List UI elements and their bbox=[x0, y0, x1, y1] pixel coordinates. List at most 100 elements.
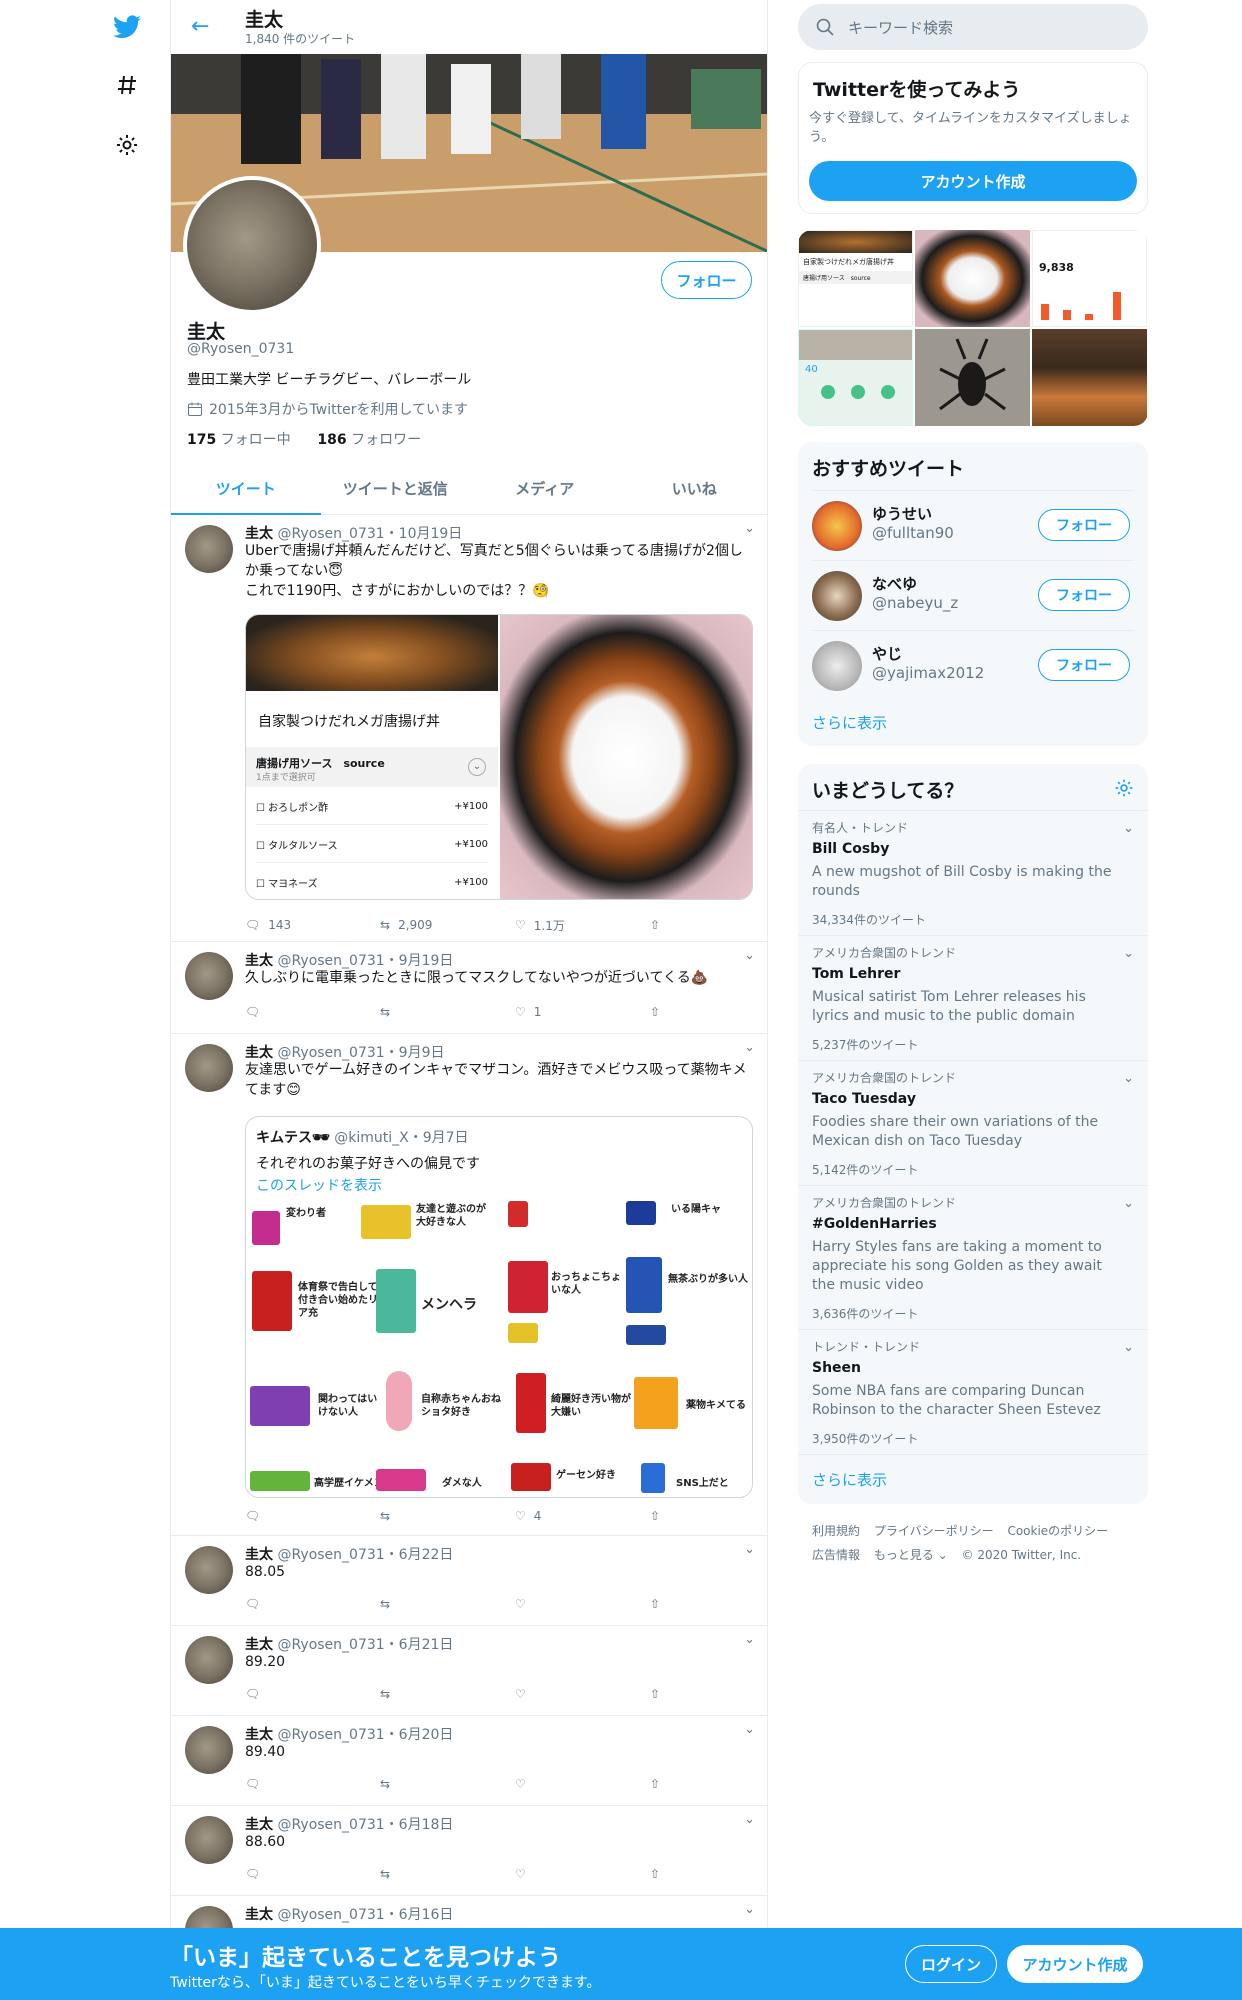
quoted-snack-chart-image[interactable]: 変わり者 友達と遊ぶのが大好きな人 いる陽キャ 体育祭で告白して付き合い始めたリ… bbox=[246, 1201, 752, 1497]
share-button[interactable]: ⇧ bbox=[650, 1002, 680, 1022]
trend-item[interactable]: アメリカ合衆国のトレンド ⌄ Taco Tuesday Foodies shar… bbox=[798, 1060, 1148, 1185]
like-button[interactable]: ♡ 4 bbox=[515, 1506, 650, 1526]
media-thumb[interactable] bbox=[1032, 329, 1147, 426]
retweet-button[interactable]: ⇆ bbox=[380, 1002, 515, 1022]
recommended-user[interactable]: ゆうせい @fulltan90 フォロー bbox=[812, 490, 1134, 560]
media-thumb[interactable]: 40 bbox=[798, 329, 913, 426]
follow-button[interactable]: フォロー bbox=[1038, 579, 1130, 611]
retweet-button[interactable]: ⇆ bbox=[380, 1506, 515, 1526]
media-karaage-bowl-photo[interactable] bbox=[500, 615, 752, 899]
share-button[interactable]: ⇧ bbox=[650, 1506, 680, 1526]
reply-button[interactable]: 🗨 bbox=[245, 1002, 380, 1022]
signup-button[interactable]: アカウント作成 bbox=[1007, 1945, 1143, 1983]
create-account-button[interactable]: アカウント作成 bbox=[809, 161, 1137, 201]
tweet-media[interactable]: 自家製つけだれメガ唐揚げ丼 唐揚げ用ソース source 1点まで選択可 ⌄ ☐… bbox=[245, 614, 753, 900]
chevron-down-icon[interactable]: ⌄ bbox=[1123, 1340, 1134, 1355]
footer-link[interactable]: もっと見る ⌄ bbox=[874, 1548, 948, 1562]
share-button[interactable]: ⇧ bbox=[650, 1864, 680, 1884]
tweet-avatar[interactable] bbox=[185, 525, 233, 573]
tweet[interactable]: 圭太 @Ryosen_0731・9月19日 ⌄ 久しぶりに電車乗ったときに限って… bbox=[171, 942, 767, 1034]
tweet-avatar[interactable] bbox=[185, 1044, 233, 1092]
like-button[interactable]: ♡ 1 bbox=[515, 1002, 650, 1022]
tab-tweets-and-replies[interactable]: ツイートと返信 bbox=[321, 462, 471, 514]
chevron-down-icon[interactable]: ⌄ bbox=[744, 1722, 755, 1737]
tweet[interactable]: 圭太 @Ryosen_0731・9月9日 ⌄ 友達思いでゲーム好きのインキャでマ… bbox=[171, 1034, 767, 1536]
profile-avatar[interactable] bbox=[183, 176, 321, 314]
tweet[interactable]: 圭太 @Ryosen_0731・6月20日 ⌄ 89.40 🗨 ⇆ ♡ ⇧ bbox=[171, 1716, 767, 1806]
recommended-user[interactable]: なべゆ @nabeyu_z フォロー bbox=[812, 560, 1134, 630]
settings-gear-icon[interactable] bbox=[112, 130, 142, 160]
footer-link[interactable]: プライバシーポリシー bbox=[874, 1524, 994, 1538]
tweet-avatar[interactable] bbox=[185, 1636, 233, 1684]
followers-stat[interactable]: 186 フォロワー bbox=[317, 432, 421, 448]
chevron-down-icon[interactable]: ⌄ bbox=[744, 1812, 755, 1827]
show-more-link[interactable]: さらに表示 bbox=[812, 712, 887, 733]
reply-button[interactable]: 🗨 bbox=[245, 1594, 380, 1614]
follow-button[interactable]: フォロー bbox=[661, 261, 752, 299]
like-button[interactable]: ♡ bbox=[515, 1684, 650, 1704]
media-grid[interactable]: 自家製つけだれメガ唐揚げ丼 唐揚げ用ソース source 9,838 40 bbox=[798, 230, 1148, 426]
share-button[interactable]: ⇧ bbox=[650, 1594, 680, 1614]
chevron-down-icon[interactable]: ⌄ bbox=[744, 1902, 755, 1917]
twitter-logo-icon[interactable] bbox=[112, 12, 142, 42]
media-thumb[interactable]: 自家製つけだれメガ唐揚げ丼 唐揚げ用ソース source bbox=[798, 230, 913, 327]
chevron-down-icon[interactable]: ⌄ bbox=[744, 1040, 755, 1055]
tweet-avatar[interactable] bbox=[185, 952, 233, 1000]
retweet-button[interactable]: ⇆ bbox=[380, 1864, 515, 1884]
media-thumb[interactable] bbox=[915, 230, 1030, 327]
media-menu-screenshot[interactable]: 自家製つけだれメガ唐揚げ丼 唐揚げ用ソース source 1点まで選択可 ⌄ ☐… bbox=[246, 615, 500, 899]
tweet[interactable]: 圭太 @Ryosen_0731・10月19日 ⌄ Uberで唐揚げ丼頼んだんだけ… bbox=[171, 515, 767, 942]
like-button[interactable]: ♡ bbox=[515, 1864, 650, 1884]
following-stat[interactable]: 175 フォロー中 bbox=[187, 432, 291, 448]
share-button[interactable]: ⇧ bbox=[650, 1774, 680, 1794]
trend-item[interactable]: アメリカ合衆国のトレンド ⌄ Tom Lehrer Musical satiri… bbox=[798, 935, 1148, 1060]
show-more-link[interactable]: さらに表示 bbox=[812, 1469, 887, 1490]
retweet-button[interactable]: ⇆ bbox=[380, 1684, 515, 1704]
chevron-down-icon[interactable]: ⌄ bbox=[1123, 946, 1134, 961]
chevron-down-icon[interactable]: ⌄ bbox=[744, 1632, 755, 1647]
tweet[interactable]: 圭太 @Ryosen_0731・6月21日 ⌄ 89.20 🗨 ⇆ ♡ ⇧ bbox=[171, 1626, 767, 1716]
chevron-down-icon[interactable]: ⌄ bbox=[1123, 1071, 1134, 1086]
follow-button[interactable]: フォロー bbox=[1038, 649, 1130, 681]
media-thumb[interactable] bbox=[915, 329, 1030, 426]
share-button[interactable]: ⇧ bbox=[650, 1684, 680, 1704]
tweet[interactable]: 圭太 @Ryosen_0731・6月22日 ⌄ 88.05 🗨 ⇆ ♡ ⇧ bbox=[171, 1536, 767, 1626]
tweet[interactable]: 圭太 @Ryosen_0731・6月18日 ⌄ 88.60 🗨 ⇆ ♡ ⇧ bbox=[171, 1806, 767, 1896]
show-thread-link[interactable]: このスレッドを表示 bbox=[256, 1175, 382, 1195]
footer-link[interactable]: Cookieのポリシー bbox=[1007, 1524, 1108, 1538]
settings-gear-icon[interactable] bbox=[1114, 778, 1134, 802]
like-button[interactable]: ♡ bbox=[515, 1594, 650, 1614]
search-input[interactable]: キーワード検索 bbox=[798, 4, 1148, 50]
retweet-button[interactable]: ⇆ bbox=[380, 1594, 515, 1614]
reply-button[interactable]: 🗨 143 bbox=[245, 915, 380, 935]
share-button[interactable]: ⇧ bbox=[650, 915, 680, 935]
chevron-down-icon[interactable]: ⌄ bbox=[744, 1542, 755, 1557]
tab-media[interactable]: メディア bbox=[470, 462, 620, 514]
chevron-down-icon[interactable]: ⌄ bbox=[1123, 821, 1134, 836]
chevron-down-icon[interactable]: ⌄ bbox=[1123, 1196, 1134, 1211]
reply-button[interactable]: 🗨 bbox=[245, 1506, 380, 1526]
hashtag-icon[interactable] bbox=[112, 70, 142, 100]
chevron-down-icon[interactable]: ⌄ bbox=[744, 521, 755, 536]
tab-tweets[interactable]: ツイート bbox=[171, 462, 321, 515]
like-button[interactable]: ♡ 1.1万 bbox=[515, 915, 650, 935]
avatar[interactable] bbox=[812, 571, 862, 621]
footer-link[interactable]: 広告情報 bbox=[812, 1548, 860, 1562]
tweet-avatar[interactable] bbox=[185, 1546, 233, 1594]
back-arrow-icon[interactable]: ← bbox=[191, 14, 209, 39]
reply-button[interactable]: 🗨 bbox=[245, 1774, 380, 1794]
media-thumb[interactable]: 9,838 bbox=[1032, 230, 1147, 327]
follow-button[interactable]: フォロー bbox=[1038, 509, 1130, 541]
trend-item[interactable]: トレンド・トレンド ⌄ Sheen Some NBA fans are comp… bbox=[798, 1329, 1148, 1454]
login-button[interactable]: ログイン bbox=[905, 1945, 997, 1983]
reply-button[interactable]: 🗨 bbox=[245, 1864, 380, 1884]
retweet-button[interactable]: ⇆ bbox=[380, 1774, 515, 1794]
chevron-down-icon[interactable]: ⌄ bbox=[744, 948, 755, 963]
tab-likes[interactable]: いいね bbox=[620, 462, 768, 514]
retweet-button[interactable]: ⇆ 2,909 bbox=[380, 915, 515, 935]
like-button[interactable]: ♡ bbox=[515, 1774, 650, 1794]
recommended-user[interactable]: やじ @yajimax2012 フォロー bbox=[812, 630, 1134, 700]
footer-link[interactable]: 利用規約 bbox=[812, 1524, 860, 1538]
reply-button[interactable]: 🗨 bbox=[245, 1684, 380, 1704]
tweet-avatar[interactable] bbox=[185, 1816, 233, 1864]
